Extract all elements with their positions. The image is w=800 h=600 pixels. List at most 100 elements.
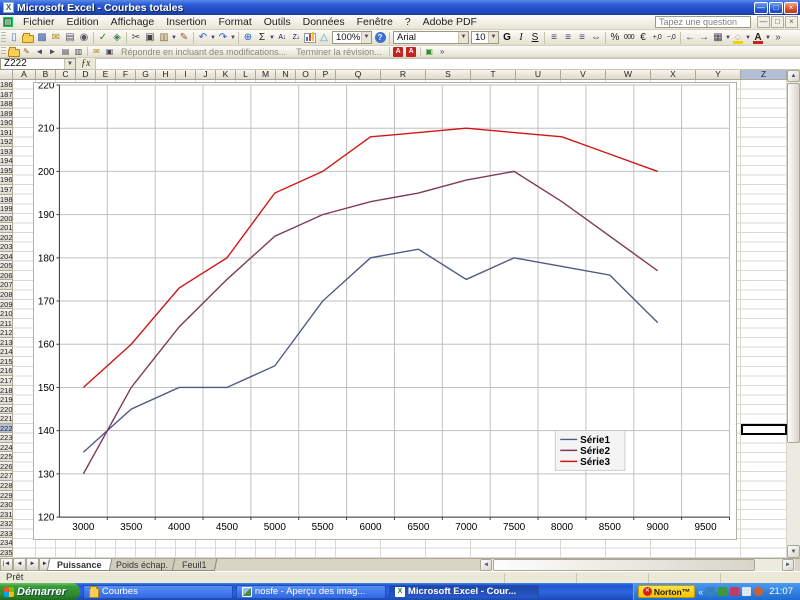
font-combo[interactable]: Arial▼	[393, 31, 469, 44]
merge-center-icon[interactable]: ⇔	[589, 31, 603, 45]
row-header-224[interactable]: 224	[0, 443, 13, 453]
column-header-Q[interactable]: Q	[336, 70, 381, 80]
column-header-Y[interactable]: Y	[696, 70, 741, 80]
chart-wizard-icon[interactable]	[303, 31, 317, 45]
row-header-220[interactable]: 220	[0, 405, 13, 415]
euro-style-icon[interactable]: €	[636, 31, 650, 45]
decrease-decimal-icon[interactable]: −,0	[664, 31, 678, 45]
column-header-B[interactable]: B	[36, 70, 56, 80]
column-header-D[interactable]: D	[76, 70, 96, 80]
chart-object[interactable]: 1201301401501601701801902002102203000350…	[33, 82, 737, 540]
zoom-combo[interactable]: 100%▼	[332, 31, 372, 44]
row-header-201[interactable]: 201	[0, 223, 13, 233]
tab-nav-first-icon[interactable]: |◄	[0, 559, 13, 571]
row-header-198[interactable]: 198	[0, 195, 13, 205]
fill-color-icon[interactable]: ◌	[731, 31, 745, 45]
question-box[interactable]: Tapez une question	[655, 16, 751, 28]
row-header-235[interactable]: 235	[0, 548, 13, 558]
bold-icon[interactable]: G	[500, 31, 514, 45]
thousands-style-icon[interactable]: 000	[622, 31, 636, 45]
row-header-222[interactable]: 222	[0, 424, 13, 434]
row-header-191[interactable]: 191	[0, 128, 13, 138]
row-header-218[interactable]: 218	[0, 386, 13, 396]
row-header-223[interactable]: 223	[0, 433, 13, 443]
tab-nav-next-icon[interactable]: ►	[26, 559, 39, 571]
column-header-I[interactable]: I	[176, 70, 196, 80]
menu-outils[interactable]: Outils	[258, 15, 297, 29]
workbook-minimize-icon[interactable]: —	[757, 16, 770, 28]
close-icon[interactable]: ×	[784, 2, 798, 14]
convert-to-pdf-icon[interactable]: A	[392, 46, 405, 57]
row-header-193[interactable]: 193	[0, 147, 13, 157]
row-header-209[interactable]: 209	[0, 300, 13, 310]
column-header-F[interactable]: F	[116, 70, 136, 80]
undo-icon[interactable]: ↶	[196, 31, 210, 45]
row-header-229[interactable]: 229	[0, 491, 13, 501]
norton-badge[interactable]: ✕ Norton™	[638, 585, 695, 598]
autosum-icon[interactable]: Σ	[255, 31, 269, 45]
underline-icon[interactable]: S	[528, 31, 542, 45]
cut-icon[interactable]: ✂	[129, 31, 143, 45]
row-header-215[interactable]: 215	[0, 357, 13, 367]
row-header-189[interactable]: 189	[0, 109, 13, 119]
show-comments-icon[interactable]: ▤	[59, 46, 72, 57]
spelling-icon[interactable]: ✓	[96, 31, 110, 45]
column-header-U[interactable]: U	[516, 70, 561, 80]
row-header-226[interactable]: 226	[0, 462, 13, 472]
column-header-K[interactable]: K	[216, 70, 236, 80]
column-header-X[interactable]: X	[651, 70, 696, 80]
sheet-tab-feuil1[interactable]: Feuil1	[171, 559, 216, 571]
previous-comment-icon[interactable]: ◄	[33, 46, 46, 57]
sort-descending-icon[interactable]: Z↓	[289, 31, 303, 45]
taskbar-button-image[interactable]: nosfe - Aperçu des imag...	[236, 585, 386, 599]
align-center-icon[interactable]: ≡	[561, 31, 575, 45]
row-header-213[interactable]: 213	[0, 338, 13, 348]
taskbar-button-folder[interactable]: Courbes	[83, 585, 233, 599]
column-header-P[interactable]: P	[316, 70, 336, 80]
sheet-tab-puissance[interactable]: Puissance	[47, 559, 112, 571]
font-size-combo[interactable]: 10▼	[471, 31, 499, 44]
row-header-195[interactable]: 195	[0, 166, 13, 176]
copy-icon[interactable]: ▣	[143, 31, 157, 45]
start-button[interactable]: Démarrer	[0, 583, 80, 600]
column-header-V[interactable]: V	[561, 70, 606, 80]
drawing-icon[interactable]: △	[317, 31, 331, 45]
tray-messenger-icon[interactable]	[742, 587, 751, 596]
tray-volume-icon[interactable]	[730, 587, 739, 596]
active-cell-Z222[interactable]	[741, 424, 787, 435]
column-header-C[interactable]: C	[56, 70, 76, 80]
row-header-234[interactable]: 234	[0, 538, 13, 548]
borders-icon[interactable]: ▦	[711, 31, 725, 45]
taskbar-button-excel[interactable]: XMicrosoft Excel - Cour...	[389, 585, 539, 599]
scroll-left-icon[interactable]: ◄	[480, 559, 492, 571]
tab-nav-prev-icon[interactable]: ◄	[13, 559, 26, 571]
save-icon[interactable]: ▩	[35, 31, 49, 45]
toolbar-drag-handle[interactable]	[1, 32, 6, 44]
new-comment-icon[interactable]: ✎	[20, 46, 33, 57]
column-header-L[interactable]: L	[236, 70, 256, 80]
column-header-A[interactable]: A	[13, 70, 36, 80]
scroll-up-icon[interactable]: ▲	[787, 70, 800, 82]
column-header-N[interactable]: N	[276, 70, 296, 80]
row-header-203[interactable]: 203	[0, 242, 13, 252]
new-icon[interactable]: ▯	[7, 31, 21, 45]
open-review-file-icon[interactable]	[7, 46, 20, 57]
column-header-T[interactable]: T	[471, 70, 516, 80]
horizontal-scroll-thumb[interactable]	[493, 559, 755, 571]
row-header-210[interactable]: 210	[0, 309, 13, 319]
toolbar2-options-icon[interactable]: »	[436, 46, 449, 57]
row-header-196[interactable]: 196	[0, 175, 13, 185]
next-comment-icon[interactable]: ►	[46, 46, 59, 57]
print-icon[interactable]: ▤	[63, 31, 77, 45]
convert-to-pdf-email-icon[interactable]: A	[405, 46, 418, 57]
column-header-Z[interactable]: Z	[741, 70, 787, 80]
row-header-216[interactable]: 216	[0, 366, 13, 376]
row-header-207[interactable]: 207	[0, 280, 13, 290]
open-icon[interactable]	[21, 31, 35, 45]
row-header-190[interactable]: 190	[0, 118, 13, 128]
fx-icon[interactable]: ƒx	[76, 58, 95, 69]
formula-input[interactable]	[95, 58, 800, 70]
menu-fenêtre[interactable]: Fenêtre	[351, 15, 399, 29]
row-header-211[interactable]: 211	[0, 319, 13, 329]
tray-update-icon[interactable]	[754, 587, 763, 596]
